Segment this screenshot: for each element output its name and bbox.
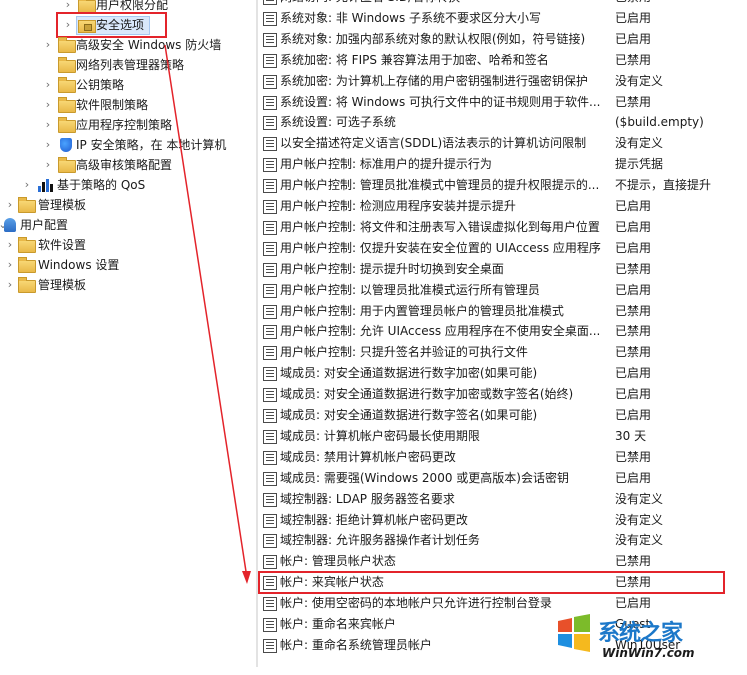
watermark: 系统之家 WinWin7.com [548,607,747,667]
red-annotation-arrow [164,44,251,584]
watermark-subtitle: WinWin7.com [602,646,695,660]
watermark-title: 系统之家 [598,621,683,646]
windows-logo-icon [558,614,590,652]
